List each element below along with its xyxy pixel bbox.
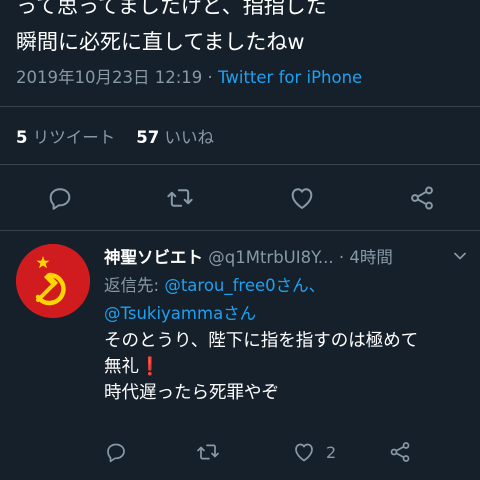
share-icon[interactable] [388,440,412,464]
retweet-icon[interactable] [196,440,220,464]
reply-to-prefix: 返信先: [104,276,160,295]
tweet-timestamp: 2019年10月23日 12:19 [16,68,203,87]
tweet-text-line2: 瞬間に必死に直してましたねw [16,30,305,54]
retweets-count: 5 [16,128,28,147]
likes-count: 57 [136,128,160,147]
meta-separator: · [202,68,219,87]
reply-icon[interactable] [46,184,74,212]
share-icon[interactable] [408,184,436,212]
likes-stat[interactable]: 57 いいね [136,128,214,147]
likes-label: いいね [164,128,214,147]
tweet-text-line1: って思ってましたけど、指指した [16,0,327,18]
reply-to-link[interactable]: @tarou_free0さん、 [164,276,325,295]
exclamation-emoji: ❗ [139,357,161,377]
divider [0,106,480,107]
reply-to: 返信先: @tarou_free0さん、 @Tsukiyammaさん [104,272,464,328]
like-icon[interactable] [292,440,316,464]
author-name[interactable]: 神聖ソビエト [104,248,203,267]
retweet-icon[interactable] [166,184,194,212]
reply-text: そのとうり、陛下に指を指すのは極めて 無礼❗ 時代遅ったら死罪やぞ [104,328,474,406]
tweet-text: って思ってましたけど、指指した 瞬間に必死に直してましたねw [16,0,476,60]
tweet-stats: 5 リツイート 57 いいね [16,124,214,148]
hammer-sickle-icon [16,244,90,318]
tweet-meta: 2019年10月23日 12:19 · Twitter for iPhone [16,64,362,88]
reply-time: · 4時間 [338,248,393,267]
reply-icon[interactable] [104,440,128,464]
divider [0,230,480,231]
divider [0,164,480,165]
tweet-source-link[interactable]: Twitter for iPhone [218,68,362,87]
like-icon[interactable] [288,184,316,212]
retweets-stat[interactable]: 5 リツイート [16,128,115,147]
reply-text-line3: 時代遅ったら死罪やぞ [104,383,279,403]
retweets-label: リツイート [32,128,116,147]
reply-text-line2: 無礼 [104,357,139,377]
reply-header: 神聖ソビエト @q1MtrbUI8Y... · 4時間 [104,244,474,268]
reply-text-line1: そのとうり、陛下に指を指すのは極めて [104,331,419,351]
chevron-down-icon[interactable] [450,246,470,266]
author-handle[interactable]: @q1MtrbUI8Y... [208,248,333,267]
reply-to-link[interactable]: @Tsukiyammaさん [104,304,256,323]
avatar[interactable] [16,244,90,318]
reply-like-count: 2 [326,443,337,462]
